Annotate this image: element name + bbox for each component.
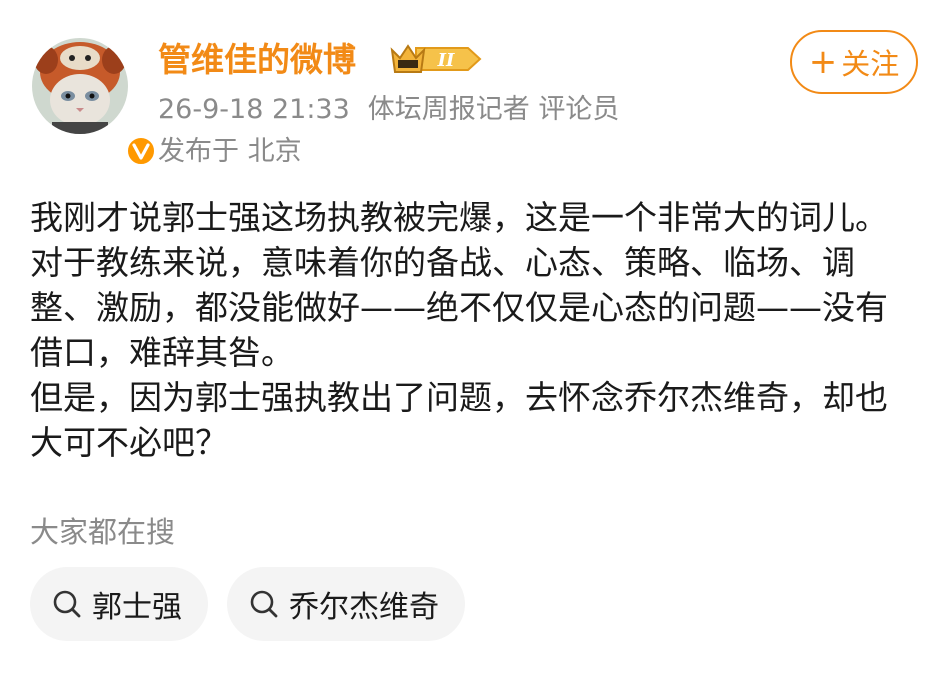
username[interactable]: 管维佳的微博 [158, 40, 356, 80]
post-meta: 26-9-18 21:33 体坛周报记者 评论员 [158, 92, 619, 128]
post-paragraph: 我刚才说郭士强这场执教被完爆，这是一个非常大的词儿。对于教练来说，意味着你的备战… [30, 198, 888, 372]
verified-badge [125, 135, 157, 167]
search-icon [250, 590, 278, 618]
post-location: 发布于 北京 [158, 136, 302, 167]
verified-v-icon [132, 143, 150, 160]
post-paragraph: 但是，因为郭士强执教出了问题，去怀念乔尔杰维奇，却也大可不必吧？ [30, 378, 888, 462]
rank-level-text: II [437, 50, 455, 71]
avatar-image [32, 38, 128, 134]
author-title-tags: 体坛周报记者 评论员 [367, 94, 620, 125]
post-content: 我刚才说郭士强这场执教被完爆，这是一个非常大的词儿。对于教练来说，意味着你的备战… [30, 195, 920, 465]
trending-search-title: 大家都在搜 [30, 515, 176, 549]
rank-badge[interactable]: II [388, 40, 484, 78]
follow-button[interactable]: + 关注 [790, 30, 918, 94]
post-timestamp: 26-9-18 21:33 [158, 94, 350, 125]
search-chip[interactable]: 郭士强 [30, 567, 208, 641]
plus-icon: + [808, 42, 838, 82]
crown-rank-icon: II [390, 44, 482, 73]
trending-search-chips: 郭士强 乔尔杰维奇 [30, 567, 465, 641]
search-chip-label: 乔尔杰维奇 [289, 590, 439, 625]
avatar[interactable] [32, 38, 157, 167]
search-icon [53, 590, 81, 618]
search-chip-label: 郭士强 [92, 590, 182, 625]
follow-label: 关注 [841, 47, 900, 81]
search-chip[interactable]: 乔尔杰维奇 [227, 567, 465, 641]
